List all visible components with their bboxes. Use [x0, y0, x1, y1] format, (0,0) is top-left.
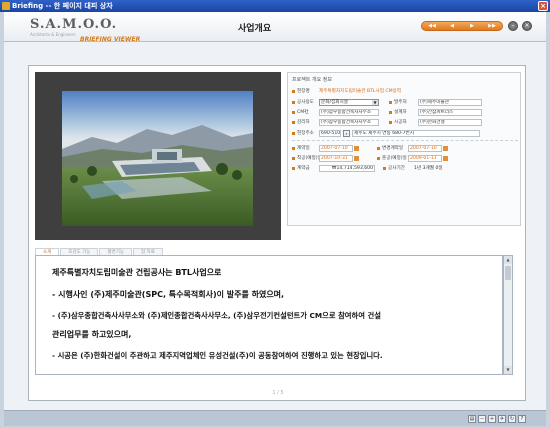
- cm-value: (주)삼우종합건축사사무소: [319, 108, 379, 116]
- bullet-icon: [292, 120, 295, 124]
- address-value: 제주도 제주시 연동 680-7번지: [352, 129, 480, 137]
- search-icon[interactable]: ⌕: [343, 129, 350, 137]
- calendar-icon[interactable]: [443, 155, 448, 161]
- window-close-button[interactable]: ×: [538, 1, 548, 11]
- contractor-label: 시공자: [394, 120, 407, 125]
- address-label: 현장주소: [297, 131, 314, 136]
- description-scrollbar[interactable]: ▲ ▼: [503, 255, 513, 375]
- description-line: 제주특별자치도립미술관 건립공사는 BTL사업으로: [52, 268, 222, 277]
- bullet-icon: [292, 156, 295, 160]
- contractor-value: (주)한화건설: [418, 118, 482, 126]
- content-area: 프로젝트 개요 정보 현장명 제주특별자치도립미술관 BTL사업 CM용역 공사…: [4, 42, 546, 410]
- use-select-value: 문화/집회시설: [321, 99, 348, 105]
- amount-value: ₩14,714,593,600: [319, 164, 375, 172]
- app-header: S.A.M.O.O. Architects & Engineers BRIEFI…: [4, 12, 546, 43]
- scroll-up-icon[interactable]: ▲: [504, 256, 512, 264]
- completion-date-label: 준공(예정)일: [382, 156, 407, 161]
- bullet-icon: [377, 156, 380, 160]
- chevron-down-icon: ▼: [372, 99, 378, 105]
- supervisor-row: 감리자 (주)삼우종합건축사사무소 시공자 (주)한화건설: [292, 118, 482, 126]
- use-row: 공사용도 문화/집회시설 ▼ 발주처 (주)제주미술관: [292, 98, 482, 106]
- bullet-icon: [292, 146, 295, 150]
- status-footer: ▤ − + ✈ ↻ ?: [4, 410, 546, 426]
- amount-label: 계약금: [297, 166, 310, 171]
- building-photo: [62, 91, 253, 226]
- window-titlebar: Briefing -- 한 페이지 대피 상자 ×: [0, 0, 550, 12]
- calendar-icon[interactable]: [354, 145, 359, 151]
- designer-label: 설계자: [394, 110, 407, 115]
- bullet-icon: [292, 110, 295, 114]
- start-date-row: 착공(예정)일 2007-10-31 준공(예정)일 2009-01-11: [292, 154, 448, 162]
- name-row: 현장명 제주특별자치도립미술관 BTL사업 CM용역: [292, 87, 401, 95]
- main-panel: 프로젝트 개요 정보 현장명 제주특별자치도립미술관 BTL사업 CM용역 공사…: [28, 65, 526, 401]
- use-select[interactable]: 문화/집회시설 ▼: [319, 98, 379, 106]
- cm-row: CM社 (주)삼우종합건축사사무소 설계자 (주)간삼파트너스: [292, 108, 482, 116]
- start-date-label: 착공(예정)일: [297, 156, 322, 161]
- project-image-frame: [35, 72, 281, 240]
- change-contract-label: 변경계약일: [382, 146, 404, 151]
- project-info-panel: 프로젝트 개요 정보 현장명 제주특별자치도립미술관 BTL사업 CM용역 공사…: [287, 72, 521, 226]
- page-title: 사업개요: [238, 24, 272, 34]
- footer-toolbar: ▤ − + ✈ ↻ ?: [466, 415, 526, 423]
- address-row: 현장주소 690-510 ⌕ 제주도 제주시 연동 680-7번지: [292, 129, 480, 137]
- contract-date-row: 계약일 2007-07-10 변경계약일 2007-07-10: [292, 144, 448, 152]
- postcode-value: 690-510: [319, 129, 341, 137]
- cm-label: CM社: [297, 110, 309, 115]
- calendar-icon[interactable]: [443, 145, 448, 151]
- period-value: 1년 3개월 0일: [414, 166, 443, 171]
- logo-subtitle: Architects & Engineers: [30, 32, 76, 37]
- designer-value: (주)간삼파트너스: [418, 108, 482, 116]
- contract-date-label: 계약일: [297, 146, 310, 151]
- change-contract-value[interactable]: 2007-07-10: [408, 144, 442, 152]
- prev-page-icon[interactable]: ◀: [445, 22, 459, 30]
- bullet-icon: [389, 120, 392, 124]
- project-info-title: 프로젝트 개요 정보: [292, 77, 332, 83]
- plus-icon[interactable]: +: [488, 415, 496, 423]
- help-icon[interactable]: ?: [518, 415, 526, 423]
- page-navigation: ◀◀ ◀ ▶ ▶▶: [421, 21, 503, 31]
- bullet-icon: [377, 146, 380, 150]
- amount-row: 계약금 ₩14,714,593,600 공사기간 1년 3개월 0일: [292, 164, 443, 172]
- name-value: 제주특별자치도립미술관 BTL사업 CM용역: [319, 89, 402, 94]
- description-line: - 시공은 (주)한화건설이 주관하고 제주지역업체인 유성건설(주)이 공동참…: [52, 351, 383, 360]
- last-page-icon[interactable]: ▶▶: [485, 22, 499, 30]
- scroll-thumb[interactable]: [505, 266, 511, 280]
- info-divider: [292, 140, 518, 141]
- close-icon[interactable]: ×: [522, 21, 532, 31]
- window-title: Briefing -- 한 페이지 대피 상자: [12, 2, 113, 10]
- bullet-icon: [292, 89, 295, 93]
- pin-icon[interactable]: ✈: [498, 415, 506, 423]
- samoo-logo: S.A.M.O.O.: [30, 17, 118, 32]
- description-line: - (주)삼우종합건축사사무소와 (주)제인종합건축사사무소, (주)삼우전기컨…: [52, 311, 381, 320]
- minus-icon[interactable]: −: [478, 415, 486, 423]
- description-line: - 시행사인 (주)제주미술관(SPC, 특수목적회사)이 발주를 하였으며,: [52, 290, 285, 299]
- name-label: 현장명: [297, 89, 310, 94]
- scroll-down-icon[interactable]: ▼: [504, 366, 512, 374]
- contract-date-value[interactable]: 2007-07-10: [319, 144, 353, 152]
- minimize-icon[interactable]: –: [508, 21, 518, 31]
- description-line: 관리업무를 하고있으며,: [52, 330, 132, 339]
- print-icon[interactable]: ▤: [468, 415, 476, 423]
- bullet-icon: [292, 166, 295, 170]
- first-page-icon[interactable]: ◀◀: [425, 22, 439, 30]
- page-indicator: 1 / 5: [272, 390, 284, 396]
- app-icon: [2, 2, 10, 10]
- supervisor-label: 감리자: [297, 120, 310, 125]
- next-page-icon[interactable]: ▶: [465, 22, 479, 30]
- use-label: 공사용도: [297, 100, 314, 105]
- owner-label: 발주처: [394, 100, 407, 105]
- bullet-icon: [389, 110, 392, 114]
- bullet-icon: [389, 100, 392, 104]
- bullet-icon: [292, 131, 295, 135]
- start-date-value[interactable]: 2007-10-31: [319, 154, 353, 162]
- refresh-icon[interactable]: ↻: [508, 415, 516, 423]
- supervisor-value: (주)삼우종합건축사사무소: [319, 118, 379, 126]
- bullet-icon: [383, 166, 386, 170]
- owner-value: (주)제주미술관: [418, 98, 482, 106]
- bullet-icon: [292, 100, 295, 104]
- period-label: 공사기간: [388, 166, 405, 171]
- completion-date-value[interactable]: 2009-01-11: [408, 154, 442, 162]
- calendar-icon[interactable]: [354, 155, 359, 161]
- description-box: 제주특별자치도립미술관 건립공사는 BTL사업으로 - 시행사인 (주)제주미술…: [35, 255, 503, 375]
